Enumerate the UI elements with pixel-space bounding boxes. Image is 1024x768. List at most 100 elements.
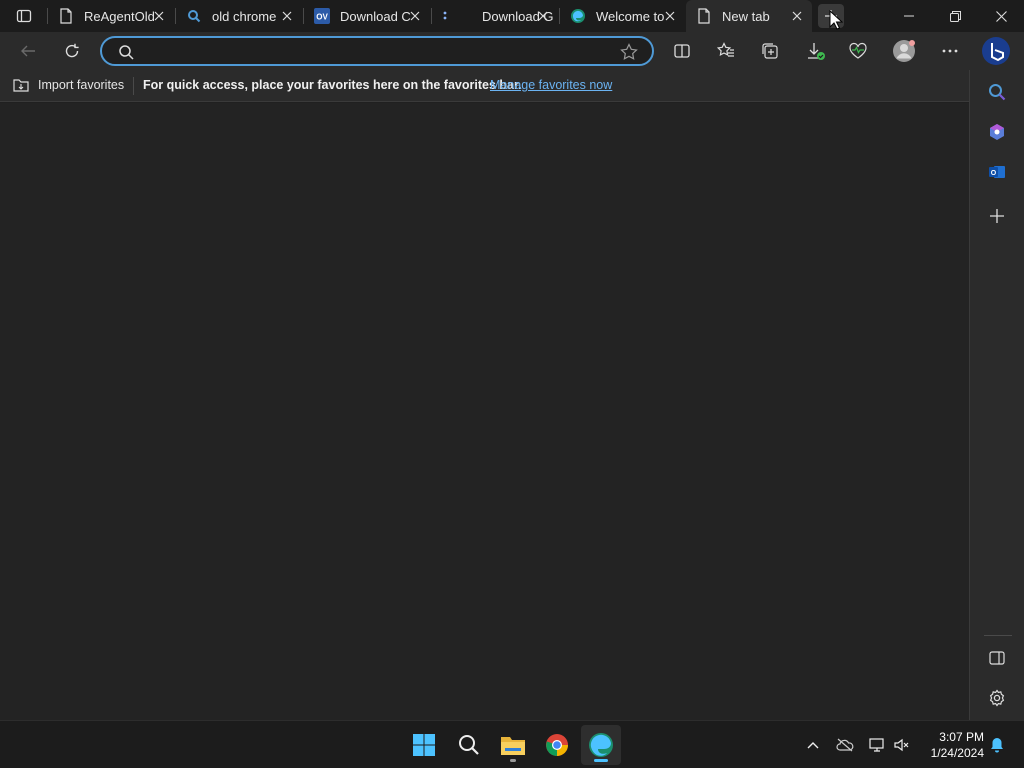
sidebar-hide-button[interactable] [983, 644, 1011, 672]
split-screen-icon [674, 44, 690, 58]
title-bar: ReAgentOld old chrome OV Download C Down… [0, 0, 1024, 32]
ov-logo-icon: OV [314, 8, 330, 24]
close-tab-icon[interactable] [790, 9, 804, 23]
import-favorites-button[interactable]: Import favorites [12, 77, 124, 93]
favorites-bar-message: For quick access, place your favorites h… [143, 78, 522, 92]
svg-text:O: O [991, 170, 997, 177]
favorites-button[interactable] [712, 37, 740, 65]
download-icon [808, 43, 825, 60]
import-favorites-icon [13, 79, 29, 92]
refresh-button[interactable] [58, 37, 86, 65]
taskbar-start-button[interactable] [404, 725, 444, 765]
back-arrow-icon [21, 45, 35, 57]
close-tab-icon[interactable] [536, 9, 550, 23]
avatar-icon [893, 40, 915, 62]
show-hidden-icons-chevron-icon[interactable] [804, 736, 822, 754]
page-icon [696, 8, 712, 24]
tab-title: New tab [722, 8, 770, 24]
copilot-button[interactable] [980, 35, 1012, 67]
refresh-icon [65, 43, 79, 58]
hide-sidebar-icon [989, 651, 1005, 665]
dots-icon [442, 8, 458, 24]
settings-more-button[interactable] [936, 37, 964, 65]
tab-title: old chrome [212, 8, 277, 24]
tab-new-tab[interactable]: New tab [686, 0, 812, 32]
close-tab-icon[interactable] [408, 9, 422, 23]
close-tab-icon[interactable] [152, 9, 166, 23]
sidebar-settings-button[interactable] [983, 684, 1011, 712]
tab-download-g[interactable]: Download G [432, 0, 558, 32]
page-icon [58, 8, 74, 24]
browser-toolbar [0, 32, 1024, 70]
more-dots-icon [942, 49, 958, 53]
sidebar-outlook-button[interactable]: O [983, 158, 1011, 186]
close-tab-icon[interactable] [663, 9, 677, 23]
tab-title: Download C [340, 8, 411, 24]
taskbar-clock[interactable]: 3:07 PM 1/24/2024 [918, 729, 984, 761]
tab-title: Welcome to [596, 8, 665, 24]
restore-icon [949, 10, 961, 22]
clock-time: 3:07 PM [939, 730, 984, 744]
plus-icon [990, 209, 1004, 223]
taskbar-chrome-button[interactable] [537, 725, 577, 765]
network-icon[interactable] [868, 736, 886, 754]
search-icon [118, 44, 134, 65]
volume-muted-icon[interactable] [893, 736, 911, 754]
notification-bell-icon[interactable] [988, 736, 1006, 754]
manage-favorites-link[interactable]: Manage favorites now [490, 78, 612, 92]
minimize-button[interactable] [886, 0, 932, 32]
svg-text:OV: OV [316, 13, 328, 22]
tab-reagent[interactable]: ReAgentOld [48, 0, 174, 32]
outlook-icon: O [989, 166, 1005, 178]
gear-icon [989, 689, 1005, 707]
sidebar-copilot-button[interactable] [983, 118, 1011, 146]
taskbar: 3:07 PM 1/24/2024 [0, 720, 1024, 768]
add-favorite-star-icon[interactable] [620, 43, 638, 66]
edge-icon [589, 733, 613, 757]
back-button[interactable] [14, 37, 42, 65]
running-indicator [510, 759, 516, 762]
search-icon [186, 8, 202, 24]
import-favorites-label: Import favorites [38, 78, 125, 92]
chrome-icon [546, 734, 568, 756]
address-input[interactable] [142, 42, 612, 60]
minimize-icon [904, 15, 914, 17]
close-tab-icon[interactable] [280, 9, 294, 23]
tab-title: ReAgentOld [84, 8, 155, 24]
taskbar-edge-button[interactable] [581, 725, 621, 765]
clock-date: 1/24/2024 [930, 746, 984, 760]
browser-essentials-button[interactable] [844, 37, 872, 65]
taskbar-search-button[interactable] [449, 725, 489, 765]
search-icon [989, 84, 1006, 101]
mouse-pointer-icon [829, 9, 844, 35]
downloads-button[interactable] [802, 37, 830, 65]
copilot-icon [990, 124, 1004, 140]
heart-pulse-icon [849, 42, 867, 59]
favorites-divider [133, 77, 134, 95]
favorites-star-list-icon [717, 42, 734, 57]
taskbar-file-explorer-button[interactable] [493, 725, 533, 765]
sidebar-search-button[interactable] [983, 78, 1011, 106]
search-icon [459, 735, 479, 755]
collections-button[interactable] [756, 37, 784, 65]
tab-old-chrome[interactable]: old chrome [176, 0, 302, 32]
address-bar[interactable] [100, 36, 654, 66]
sidebar-add-button[interactable] [983, 202, 1011, 230]
tab-welcome[interactable]: Welcome to [560, 0, 685, 32]
tab-download-c[interactable]: OV Download C [304, 0, 430, 32]
windows-start-icon [413, 734, 435, 756]
onedrive-offline-icon[interactable] [836, 736, 854, 754]
close-icon [995, 10, 1007, 22]
restore-button[interactable] [932, 0, 978, 32]
profile-button[interactable] [890, 37, 918, 65]
tab-actions-menu-icon[interactable] [12, 6, 36, 26]
edge-sidebar: O [969, 70, 1024, 720]
bing-copilot-icon [982, 37, 1010, 65]
favorites-bar: Import favorites For quick access, place… [0, 70, 970, 102]
split-screen-button[interactable] [668, 37, 696, 65]
close-window-button[interactable] [978, 0, 1024, 32]
sidebar-divider [984, 635, 1012, 636]
page-content [0, 103, 969, 720]
collections-icon [762, 43, 778, 59]
active-indicator [594, 759, 608, 762]
